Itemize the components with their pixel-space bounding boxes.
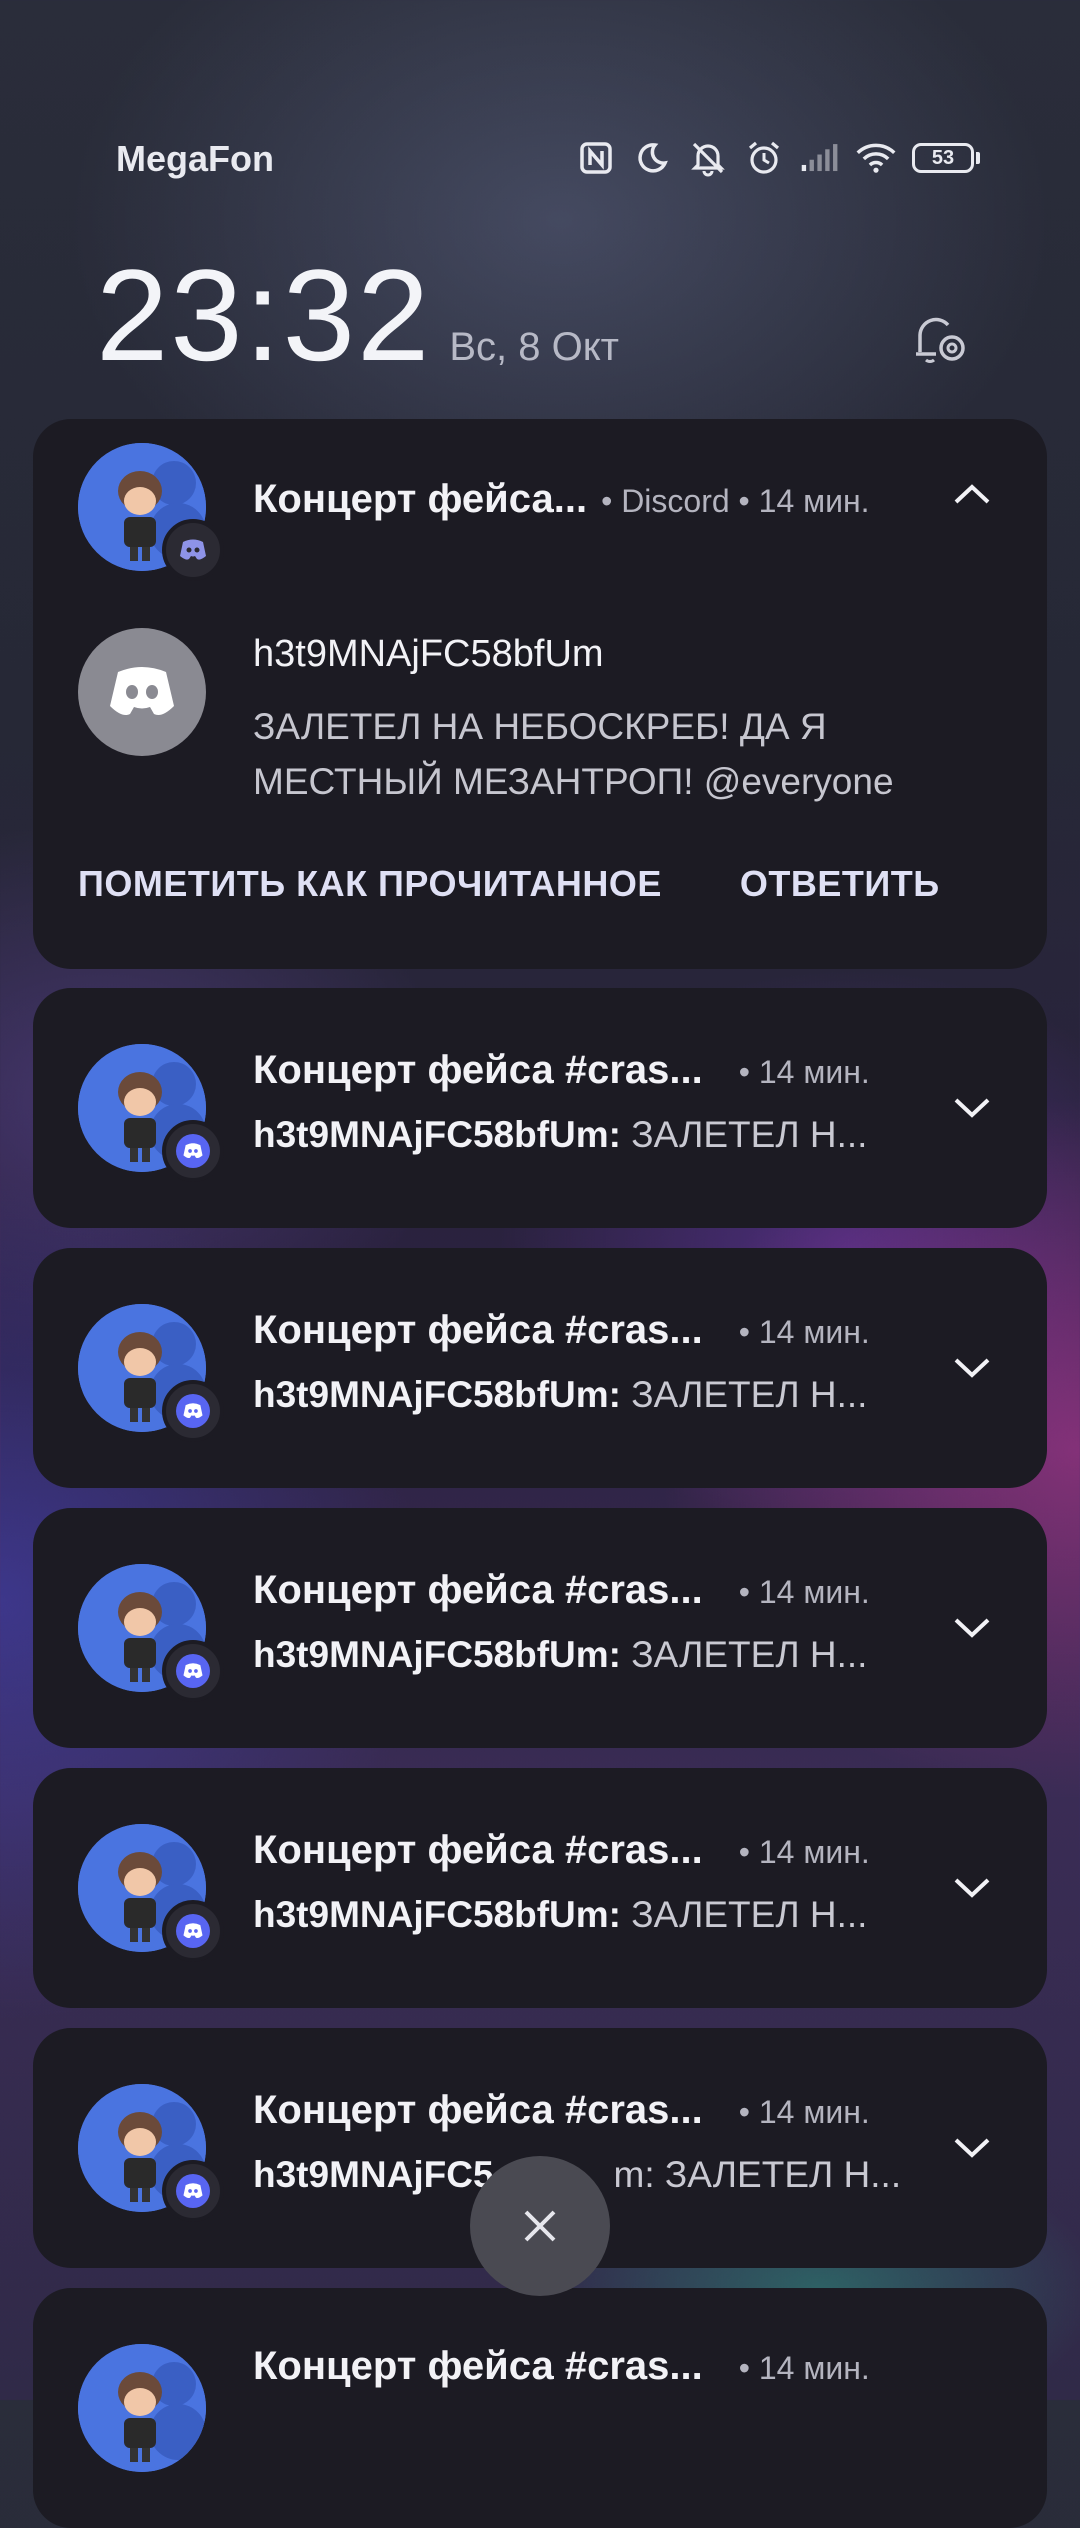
discord-badge-icon — [162, 1900, 224, 1962]
sender-name: h3t9MNAjFC58bfUm — [253, 633, 604, 675]
notification-header: Концерт фейса #cras... • 14 мин. — [253, 2088, 870, 2133]
notification-collapsed[interactable]: Концерт фейса #cras... • 14 мин. h3t9MNA… — [33, 1508, 1047, 1748]
preview-text: m: ЗАЛЕТЕЛ Н... — [613, 2154, 902, 2195]
notification-title: Концерт фейса #cras... — [253, 1828, 703, 1872]
notification-header: Концерт фейса #cras... • 14 мин. — [253, 1828, 870, 1873]
preview-text: ЗАЛЕТЕЛ Н... — [631, 1374, 868, 1415]
status-bar: MegaFon 53 — [0, 0, 1080, 200]
notification-preview: h3t9MNAjFC58bfUm: ЗАЛЕТЕЛ Н... — [253, 1374, 867, 1416]
chevron-up-icon — [954, 484, 990, 504]
mark-as-read-button[interactable]: ПОМЕТИТЬ КАК ПРОЧИТАННОЕ — [78, 863, 662, 905]
discord-logo-icon — [110, 667, 174, 715]
notification-collapsed[interactable]: Концерт фейса #cras... • 14 мин. h3t9MNA… — [33, 1768, 1047, 2008]
discord-badge-icon — [162, 1640, 224, 1702]
notification-collapsed[interactable]: Концерт фейса #cras... • 14 мин. h3t9MNA… — [33, 988, 1047, 1228]
notification-time: • 14 мин. — [738, 1574, 870, 1610]
notification-time: • 14 мин. — [738, 1834, 870, 1870]
signal-icon — [800, 138, 840, 178]
group-avatar — [78, 443, 224, 581]
alarm-icon — [744, 138, 784, 178]
notification-header: Концерт фейса #cras... • 14 мин. — [253, 2344, 870, 2389]
preview-sender: h3t9MNAjFC58bfUm: — [253, 1634, 621, 1675]
group-avatar — [78, 2344, 206, 2472]
notification-header: Концерт фейса #cras... • 14 мин. — [253, 1308, 870, 1353]
preview-sender: h3t9MNAjFC58bfUm: — [253, 1114, 621, 1155]
battery-level: 53 — [912, 143, 974, 173]
notification-collapsed[interactable]: Концерт фейса #cras... • 14 мин. h3t9MNA… — [33, 1248, 1047, 1488]
status-icons: 53 — [576, 138, 980, 178]
notification-preview: h3t9MNAjFC58bfUm: ЗАЛЕТЕЛ Н... — [253, 1114, 867, 1156]
chevron-down-icon — [954, 1878, 990, 1898]
notification-time: • 14 мин. — [738, 1314, 870, 1350]
date: Вс, 8 Окт — [449, 325, 619, 369]
preview-sender: h3t9MNAjFC58bfUm: — [253, 1374, 621, 1415]
sender-avatar — [78, 628, 206, 756]
group-avatar — [78, 2084, 224, 2222]
clear-all-button[interactable] — [470, 2156, 610, 2296]
notification-time: • 14 мин. — [738, 2350, 870, 2386]
chevron-down-icon — [954, 1618, 990, 1638]
notification-header: Концерт фейса #cras... • 14 мин. — [253, 1048, 870, 1093]
discord-badge-icon — [162, 2160, 224, 2222]
muted-bell-icon — [688, 138, 728, 178]
moon-icon — [632, 138, 672, 178]
reply-button[interactable]: ОТВЕТИТЬ — [740, 863, 940, 905]
notification-title: Концерт фейса #cras... — [253, 2344, 703, 2388]
preview-sender: h3t9MNAjFC58bfUm: — [253, 1894, 621, 1935]
nfc-icon — [576, 138, 616, 178]
group-avatar — [78, 1824, 224, 1962]
expand-button[interactable] — [937, 1593, 1007, 1663]
notification-preview: h3t9MNAjFC58bfUm: ЗАЛЕТЕЛ Н... — [253, 1634, 867, 1676]
collapse-button[interactable] — [937, 459, 1007, 529]
notification-title: Концерт фейса #cras... — [253, 2088, 703, 2132]
discord-badge-icon — [162, 1380, 224, 1442]
bell-settings-icon — [916, 317, 965, 363]
notification-expanded[interactable]: Концерт фейса... • Discord • 14 мин. h3t… — [33, 419, 1047, 969]
battery-icon: 53 — [912, 143, 980, 173]
notification-time: • 14 мин. — [738, 2094, 870, 2130]
group-avatar — [78, 1044, 224, 1182]
expand-button[interactable] — [937, 1853, 1007, 1923]
carrier-name: MegaFon — [116, 138, 274, 179]
chevron-down-icon — [954, 1098, 990, 1118]
discord-badge-icon — [162, 1120, 224, 1182]
close-icon — [524, 2210, 556, 2242]
notification-app-time: • Discord • 14 мин. — [601, 483, 870, 519]
avatar — [78, 2344, 206, 2472]
group-avatar — [78, 1564, 224, 1702]
lockscreen-clock-row: 23:32 Вс, 8 Окт — [96, 250, 619, 380]
notification-title: Концерт фейса #cras... — [253, 1048, 703, 1092]
group-avatar — [78, 1304, 224, 1442]
chevron-down-icon — [954, 1358, 990, 1378]
chevron-down-icon — [954, 2138, 990, 2158]
message-body: ЗАЛЕТЕЛ НА НЕБОСКРЕБ! ДА Я МЕСТНЫЙ МЕЗАН… — [253, 706, 894, 802]
notification-title: Концерт фейса #cras... — [253, 1308, 703, 1352]
notification-collapsed[interactable]: Концерт фейса #cras... • 14 мин. — [33, 2288, 1047, 2528]
notification-header: Концерт фейса #cras... • 14 мин. — [253, 1568, 870, 1613]
expand-button[interactable] — [937, 1333, 1007, 1403]
notification-time: • 14 мин. — [738, 1054, 870, 1090]
wifi-icon — [856, 138, 896, 178]
notification-preview: h3t9MNAjFC58bfUm: ЗАЛЕТЕЛ Н... — [253, 1894, 867, 1936]
preview-text: ЗАЛЕТЕЛ Н... — [631, 1114, 868, 1155]
preview-text: ЗАЛЕТЕЛ Н... — [631, 1634, 868, 1675]
notification-title: Концерт фейса... — [253, 477, 588, 521]
expand-button[interactable] — [937, 1073, 1007, 1143]
preview-sender: h3t9MNAjFC5 — [253, 2154, 494, 2195]
notification-header: Концерт фейса... • Discord • 14 мин. — [253, 477, 870, 522]
discord-badge-icon — [162, 519, 224, 581]
preview-text: ЗАЛЕТЕЛ Н... — [631, 1894, 868, 1935]
expand-button[interactable] — [937, 2113, 1007, 2183]
notification-actions: ПОМЕТИТЬ КАК ПРОЧИТАННОЕ ОТВЕТИТЬ — [78, 863, 940, 905]
notification-settings-button[interactable] — [900, 298, 980, 378]
clock: 23:32 — [96, 242, 432, 388]
notification-title: Концерт фейса #cras... — [253, 1568, 703, 1612]
